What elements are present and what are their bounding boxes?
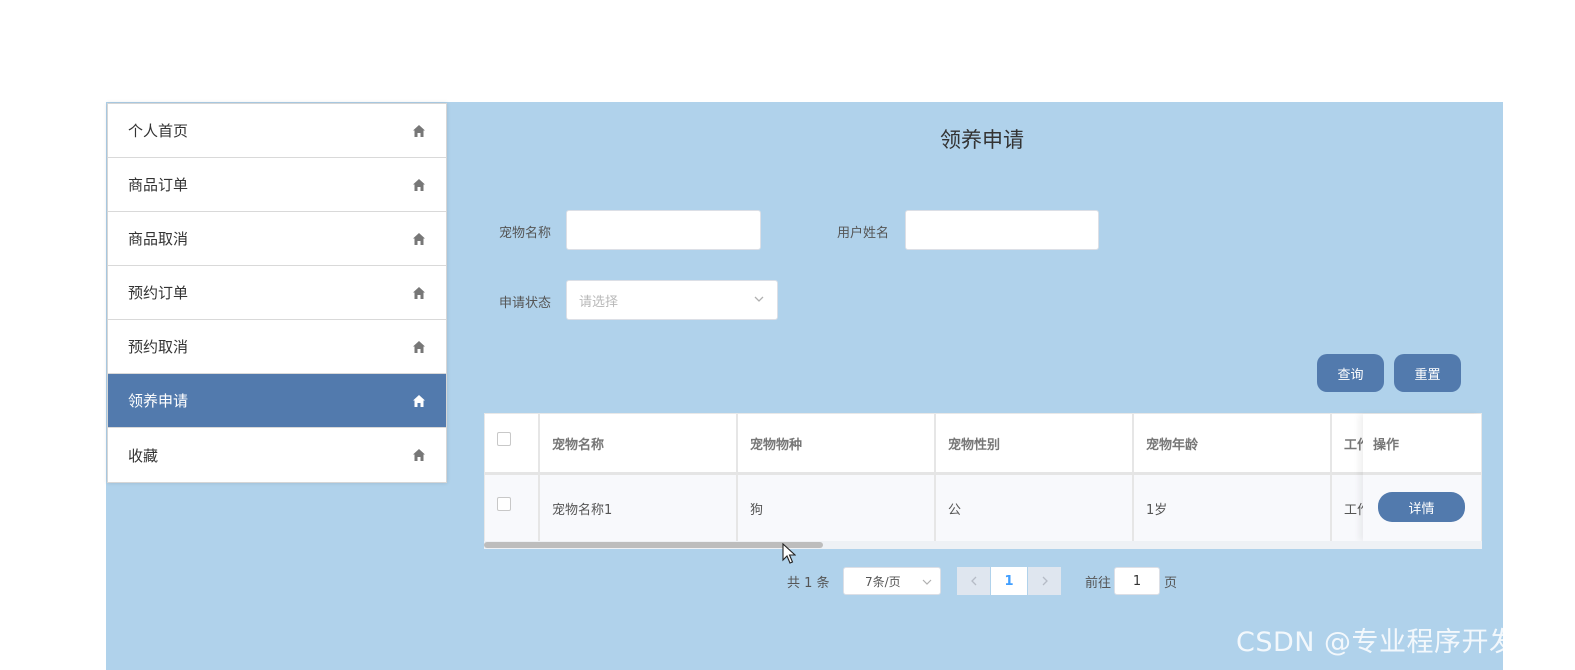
sidebar-item-label: 收藏 [128,446,159,465]
pet-name-input[interactable] [566,210,761,250]
sidebar-item-home[interactable]: 个人首页 [108,104,446,158]
adoption-table: 宠物名称 宠物物种 宠物性别 宠物年龄 工作 宠物名称1 狗 公 1岁 工作 操… [484,413,1482,549]
sidebar-item-adoption[interactable]: 领养申请 [108,374,446,428]
chevron-down-icon [922,579,932,585]
chevron-left-icon [970,576,976,586]
sidebar-item-label: 预约取消 [128,338,189,356]
sidebar-item-label: 商品取消 [128,230,189,248]
cell-pet-species: 狗 [738,475,936,541]
home-icon [412,178,426,192]
home-icon [412,340,426,354]
page-suffix: 页 [1164,576,1178,591]
page-title: 领养申请 [940,128,1024,152]
sidebar-item-product-cancel[interactable]: 商品取消 [108,212,446,266]
prev-page-button[interactable] [957,567,990,595]
cell-pet-age: 1岁 [1134,475,1332,541]
page-size-select[interactable]: 7条/页 [843,567,941,595]
home-icon [412,124,426,138]
cell-pet-name: 宠物名称1 [540,475,738,541]
sidebar-item-booking-cancel[interactable]: 预约取消 [108,320,446,374]
home-icon [412,394,426,408]
status-placeholder: 请选择 [579,294,619,310]
chevron-right-icon [1042,576,1048,586]
cell-pet-gender: 公 [936,475,1134,541]
pagination-total: 共 1 条 [787,576,830,591]
user-name-input[interactable] [905,210,1099,250]
detail-button[interactable]: 详情 [1378,492,1465,522]
row-checkbox[interactable] [497,497,511,511]
page-size-value: 7条/页 [865,574,901,589]
table-header: 宠物名称 宠物物种 宠物性别 宠物年龄 工作 [485,414,1481,475]
status-select[interactable]: 请选择 [566,280,778,320]
horizontal-scrollbar[interactable] [484,541,1482,549]
row-select-cell [485,475,540,541]
query-button[interactable]: 查询 [1317,354,1384,392]
table-row: 宠物名称1 狗 公 1岁 工作 [485,475,1481,541]
header-pet-age[interactable]: 宠物年龄 [1134,414,1332,472]
select-all-checkbox[interactable] [497,432,511,446]
sidebar-item-label: 预约订单 [128,284,189,302]
mouse-cursor-icon [782,543,796,564]
sidebar-item-label: 商品订单 [128,176,189,194]
sidebar-item-label: 领养申请 [128,392,189,410]
status-label: 申请状态 [499,296,552,311]
sidebar-item-product-orders[interactable]: 商品订单 [108,158,446,212]
header-select-cell [485,414,540,472]
header-pet-gender[interactable]: 宠物性别 [936,414,1134,472]
goto-page-input[interactable]: 1 [1114,567,1160,595]
user-name-label: 用户姓名 [837,226,890,241]
home-icon [412,232,426,246]
sidebar-item-booking-orders[interactable]: 预约订单 [108,266,446,320]
chevron-down-icon [754,296,764,302]
sidebar-menu: 个人首页 商品订单 商品取消 预约订单 预约取消 领养申请 收藏 [107,103,447,483]
operations-cell: 详情 [1363,475,1481,541]
reset-button[interactable]: 重置 [1394,354,1461,392]
sidebar-item-favorites[interactable]: 收藏 [108,428,446,482]
watermark: CSDN @专业程序开发源 [1236,627,1545,658]
sidebar-item-label: 个人首页 [128,122,189,140]
header-pet-name[interactable]: 宠物名称 [540,414,738,472]
pet-name-label: 宠物名称 [499,226,552,241]
operations-column: 操作 详情 [1363,414,1481,541]
header-pet-species[interactable]: 宠物物种 [738,414,936,472]
scrollbar-thumb[interactable] [484,542,823,548]
goto-label: 前往 [1085,576,1112,591]
page-number-current[interactable]: 1 [991,567,1027,595]
home-icon [412,286,426,300]
next-page-button[interactable] [1028,567,1061,595]
home-icon [412,448,426,462]
header-operations: 操作 [1363,414,1481,475]
